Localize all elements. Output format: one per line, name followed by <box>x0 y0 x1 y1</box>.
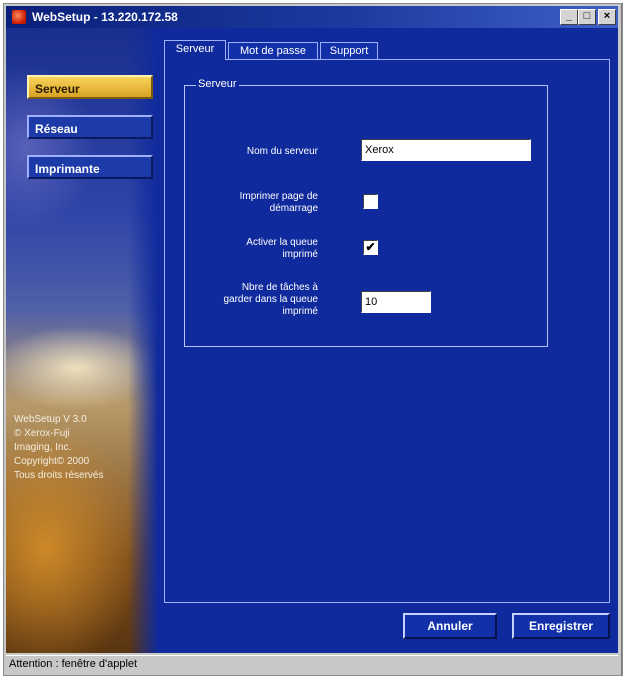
client-area: Serveur Réseau Imprimante WebSetup V 3.0… <box>6 28 618 653</box>
nav-reseau-button[interactable]: Réseau <box>27 115 153 139</box>
jobs-to-keep-label: Nbre de tâches à garder dans la queue im… <box>166 282 318 318</box>
jobs-to-keep-label-line: Nbre de tâches à garder dans la queue im… <box>168 282 318 318</box>
print-startup-checkbox[interactable] <box>363 194 378 209</box>
enable-queue-label-line: Activer la queue imprimé <box>168 237 318 261</box>
status-bar: Attention : fenêtre d'applet <box>6 655 618 672</box>
enable-queue-label: Activer la queue imprimé <box>166 237 318 261</box>
copyright-notice: WebSetup V 3.0 © Xerox-Fuji Imaging, Inc… <box>14 413 154 483</box>
label-line: imprimé <box>282 306 318 317</box>
label-line: Imprimer page de <box>239 191 318 202</box>
app-icon <box>12 10 26 24</box>
label-line: Nbre de tâches à <box>241 282 318 293</box>
copyright-line: Imaging, Inc. <box>14 442 72 453</box>
maximize-button[interactable]: □ <box>578 9 596 25</box>
tab-mot-de-passe[interactable]: Mot de passe <box>228 42 318 59</box>
copyright-line: © Xerox-Fuji <box>14 428 70 439</box>
label-line: garder dans la queue <box>223 294 318 305</box>
enable-queue-checkbox[interactable]: ✔ <box>363 240 378 255</box>
close-button[interactable]: × <box>598 9 616 25</box>
nav-imprimante-button[interactable]: Imprimante <box>27 155 153 179</box>
label-line: démarrage <box>269 203 318 214</box>
group-title: Serveur <box>196 78 239 90</box>
cancel-button[interactable]: Annuler <box>403 613 497 639</box>
copyright-line: Copyright© 2000 <box>14 456 90 467</box>
title-bar[interactable]: WebSetup - 13.220.172.58 _ □ × <box>6 6 618 28</box>
copyright-line: WebSetup V 3.0 <box>14 414 87 425</box>
server-name-label-text: Nom du serveur <box>246 146 318 157</box>
label-line: Activer la queue <box>246 237 318 248</box>
window-edge <box>621 3 622 675</box>
nav-serveur-button[interactable]: Serveur <box>27 75 153 99</box>
tab-serveur[interactable]: Serveur <box>164 40 226 60</box>
copyright-line: Tous droits réservés <box>14 470 104 481</box>
tab-support[interactable]: Support <box>320 42 378 59</box>
app-window: WebSetup - 13.220.172.58 _ □ × Serveur R… <box>3 3 623 676</box>
jobs-to-keep-input[interactable] <box>361 291 431 313</box>
tab-divider <box>164 59 610 60</box>
print-startup-label-line: Imprimer page de démarrage <box>168 191 318 215</box>
minimize-button[interactable]: _ <box>560 9 578 25</box>
server-name-input[interactable] <box>361 139 531 161</box>
label-line: imprimé <box>282 249 318 260</box>
print-startup-label: Imprimer page de démarrage <box>166 191 318 215</box>
save-button[interactable]: Enregistrer <box>512 613 610 639</box>
window-title: WebSetup - 13.220.172.58 <box>32 10 178 24</box>
